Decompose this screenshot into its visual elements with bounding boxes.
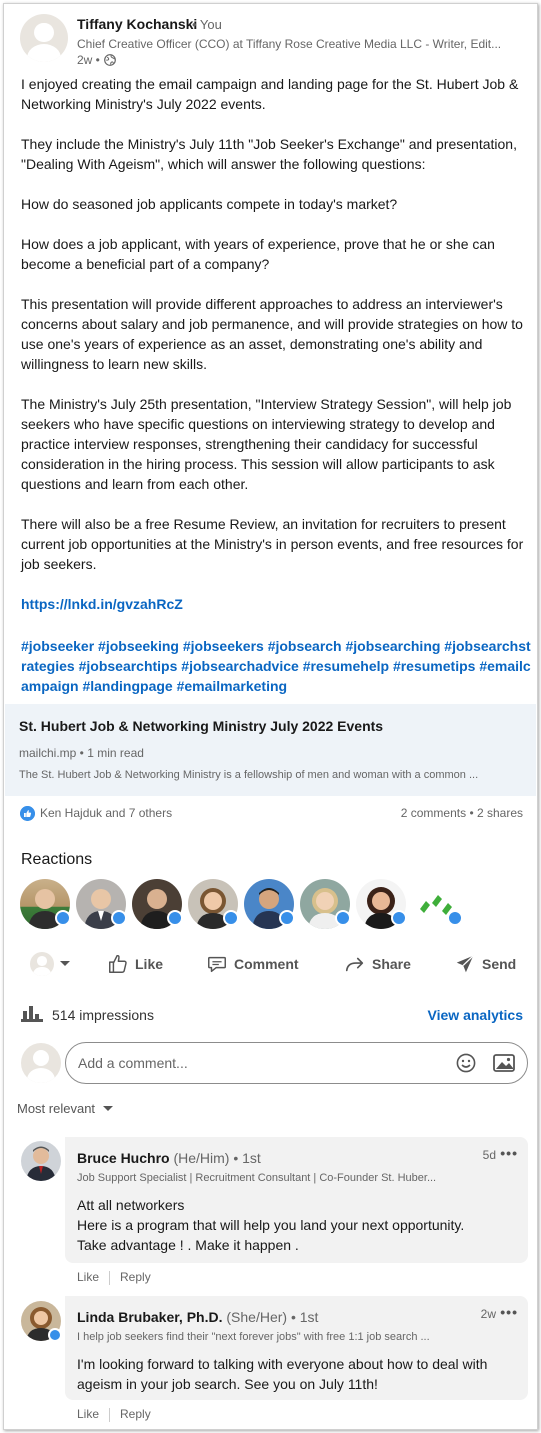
image-icon[interactable] xyxy=(493,1053,515,1073)
chevron-down-icon[interactable] xyxy=(60,961,70,966)
comment-text: Att all networkers Here is a program tha… xyxy=(77,1195,517,1255)
comment-author-name[interactable]: Bruce Huchro xyxy=(77,1150,170,1166)
divider xyxy=(109,1407,111,1422)
post-paragraph: How does a job applicant, with years of … xyxy=(21,236,495,272)
share-button[interactable]: Share xyxy=(344,952,411,976)
comment-author-degree: • 1st xyxy=(233,1150,261,1166)
send-button[interactable]: Send xyxy=(454,952,516,976)
like-badge-icon xyxy=(447,910,463,926)
link-preview[interactable]: St. Hubert Job & Networking Ministry Jul… xyxy=(5,704,536,796)
post-paragraph: How do seasoned job applicants compete i… xyxy=(21,196,398,212)
reactors-summary[interactable]: Ken Hajduk and 7 others xyxy=(40,806,172,820)
like-badge-icon xyxy=(167,910,183,926)
comment-line: Here is a program that will help you lan… xyxy=(77,1217,465,1233)
post-hashtags[interactable]: #jobseeker #jobseeking #jobseekers #jobs… xyxy=(21,636,531,696)
post-link[interactable]: https://lnkd.in/gvzahRcZ xyxy=(21,594,531,614)
impressions-count: 514 impressions xyxy=(52,1007,154,1023)
globe-icon xyxy=(104,54,116,66)
comment-author-degree: • 1st xyxy=(290,1309,319,1325)
thumbs-up-icon xyxy=(109,954,127,973)
share-arrow-icon xyxy=(345,957,364,972)
comment-author-headline: Job Support Specialist | Recruitment Con… xyxy=(77,1172,437,1184)
comment-author-name[interactable]: Linda Brubaker, Ph.D. xyxy=(77,1309,222,1325)
commenter-avatar xyxy=(21,1043,61,1083)
actor-switch-avatar[interactable] xyxy=(30,952,54,976)
comment-bubble: Linda Brubaker, Ph.D. (She/Her) • 1st I … xyxy=(65,1296,528,1400)
comment-author-pronouns: (He/Him) xyxy=(173,1150,230,1166)
comment-author-headline: I help job seekers find their "next fore… xyxy=(77,1331,430,1343)
author-relation: • You xyxy=(192,17,222,32)
preview-title: St. Hubert Job & Networking Ministry Jul… xyxy=(19,718,384,734)
chevron-down-icon[interactable] xyxy=(103,1106,113,1111)
author-avatar[interactable] xyxy=(20,14,68,62)
comment-button-label: Comment xyxy=(234,956,299,972)
view-analytics-link[interactable]: View analytics xyxy=(428,1007,523,1023)
comment-icon xyxy=(208,956,226,973)
like-badge-icon xyxy=(55,910,71,926)
like-badge-icon xyxy=(279,910,295,926)
post-paragraph: This presentation will provide different… xyxy=(21,296,523,372)
like-button[interactable]: Like xyxy=(107,952,163,976)
comment-time: 2w xyxy=(480,1307,496,1321)
like-button-label: Like xyxy=(135,956,164,972)
comment-time: 5d xyxy=(482,1148,496,1162)
like-reaction-icon xyxy=(20,806,35,821)
comment-like-button[interactable]: Like xyxy=(77,1407,99,1421)
preview-meta: mailchi.mp • 1 min read xyxy=(19,746,144,760)
divider xyxy=(109,1270,111,1285)
comment-author-line[interactable]: Linda Brubaker, Ph.D. (She/Her) • 1st xyxy=(77,1309,318,1325)
reactions-title: Reactions xyxy=(21,851,93,868)
comment-input[interactable]: Add a comment... xyxy=(65,1042,528,1084)
comment-reply-button[interactable]: Reply xyxy=(120,1407,151,1421)
comment-like-button[interactable]: Like xyxy=(77,1270,99,1284)
comment-line: Take advantage ! . Make it happen . xyxy=(77,1237,299,1253)
like-badge-icon xyxy=(391,910,407,926)
bar-chart-icon xyxy=(21,1006,43,1022)
send-paper-plane-icon xyxy=(456,955,474,973)
like-badge-icon xyxy=(335,910,351,926)
author-headline: Chief Creative Officer (CCO) at Tiffany … xyxy=(77,37,502,51)
comment-author-line[interactable]: Bruce Huchro (He/Him) • 1st xyxy=(77,1150,261,1166)
post-paragraph: I enjoyed creating the email campaign an… xyxy=(21,76,519,112)
comment-actions: Like Reply xyxy=(77,1270,151,1285)
comment-placeholder: Add a comment... xyxy=(78,1055,188,1071)
more-options-icon[interactable]: ••• xyxy=(500,1145,518,1161)
comment-author-avatar[interactable] xyxy=(21,1141,61,1181)
comment-actions: Like Reply xyxy=(77,1407,151,1422)
comment-text: I'm looking forward to talking with ever… xyxy=(77,1354,517,1394)
more-options-icon[interactable]: ••• xyxy=(500,1304,518,1320)
post-paragraph: The Ministry's July 25th presentation, "… xyxy=(21,396,512,492)
post-paragraph: They include the Ministry's July 11th "J… xyxy=(21,136,517,172)
comment-line: Att all networkers xyxy=(77,1197,185,1213)
sort-dropdown[interactable]: Most relevant xyxy=(17,1101,95,1116)
comments-shares-count[interactable]: 2 comments • 2 shares xyxy=(401,806,523,820)
comment-button[interactable]: Comment xyxy=(206,952,299,976)
emoji-icon[interactable] xyxy=(455,1052,477,1074)
post-card: Tiffany Kochanski • You Chief Creative O… xyxy=(3,3,538,1430)
author-name[interactable]: Tiffany Kochanski xyxy=(77,16,197,32)
like-badge-icon xyxy=(111,910,127,926)
comment-reply-button[interactable]: Reply xyxy=(120,1270,151,1284)
post-paragraph: There will also be a free Resume Review,… xyxy=(21,516,524,572)
comment-author-pronouns: (She/Her) xyxy=(226,1309,288,1325)
like-badge-icon xyxy=(48,1328,62,1342)
comment-bubble: Bruce Huchro (He/Him) • 1st Job Support … xyxy=(65,1137,528,1263)
post-time: 2w • xyxy=(77,53,100,67)
share-button-label: Share xyxy=(372,956,411,972)
like-badge-icon xyxy=(223,910,239,926)
send-button-label: Send xyxy=(482,956,517,972)
preview-description: The St. Hubert Job & Networking Ministry… xyxy=(19,769,479,781)
comment-line: I'm looking forward to talking with ever… xyxy=(77,1356,488,1392)
